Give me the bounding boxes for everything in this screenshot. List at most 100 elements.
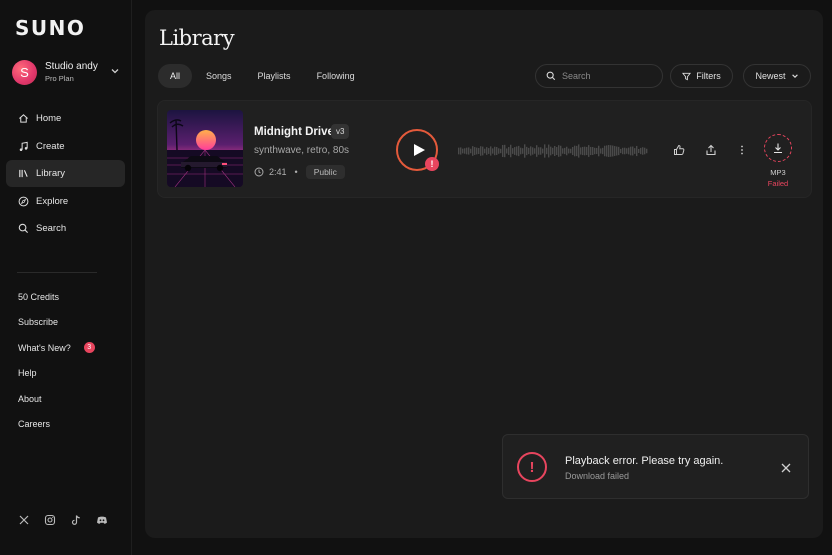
waveform-bar xyxy=(548,144,550,158)
waveform-bar xyxy=(536,145,538,157)
waveform-bar xyxy=(584,146,586,156)
waveform-bar xyxy=(530,146,532,156)
instagram-link[interactable] xyxy=(43,513,57,527)
tab-following[interactable]: Following xyxy=(305,64,367,88)
waveform-bar xyxy=(542,148,544,154)
profile-name: Studio andy xyxy=(45,60,98,72)
filters-label: Filters xyxy=(696,71,721,81)
waveform-bar xyxy=(460,147,462,155)
filters-button[interactable]: Filters xyxy=(670,64,733,88)
page-title: Library xyxy=(159,26,235,50)
profile-switcher[interactable]: S Studio andy Pro Plan xyxy=(12,58,124,86)
sort-dropdown[interactable]: Newest xyxy=(743,64,811,88)
waveform-bar xyxy=(644,147,646,155)
waveform-bar xyxy=(616,146,618,156)
waveform-bar xyxy=(640,147,642,155)
waveform-bar xyxy=(554,145,556,157)
track-duration: 2:41 xyxy=(269,167,287,177)
compass-icon xyxy=(18,196,29,206)
waveform-bar xyxy=(482,146,484,156)
chevron-down-icon xyxy=(791,74,798,78)
waveform-bar xyxy=(556,146,558,156)
waveform-bar xyxy=(588,145,590,157)
download-button[interactable] xyxy=(764,134,792,162)
track-row[interactable]: Midnight Drive v3 synthwave, retro, 80s … xyxy=(157,100,812,198)
waveform-bar xyxy=(632,146,634,156)
waveform-bar xyxy=(566,146,568,156)
waveform-bar xyxy=(552,147,554,155)
tab-all[interactable]: All xyxy=(158,64,193,88)
waveform-bar xyxy=(570,148,572,154)
tab-songs[interactable]: Songs xyxy=(194,64,244,88)
waveform-bar xyxy=(598,145,600,157)
share-button[interactable] xyxy=(704,143,718,157)
track-cover-art[interactable] xyxy=(167,110,243,187)
waveform-bar xyxy=(498,148,500,154)
waveform-bar xyxy=(620,148,622,154)
toast-title: Playback error. Please try again. xyxy=(565,455,724,467)
alert-circle-icon: ! xyxy=(517,452,547,482)
download-format: MP3 xyxy=(770,168,786,177)
waveform-bar xyxy=(532,147,534,155)
waveform-bar xyxy=(612,145,614,157)
waveform-bar xyxy=(578,144,580,158)
nav-item-search[interactable]: Search xyxy=(6,215,125,242)
discord-link[interactable] xyxy=(95,513,109,527)
waveform-bar xyxy=(524,144,526,158)
waveform-bar xyxy=(646,148,648,154)
waveform-bar xyxy=(592,147,594,155)
waveform-bar xyxy=(560,145,562,157)
subscribe-link[interactable]: Subscribe xyxy=(18,310,118,336)
waveform-bar xyxy=(510,144,512,158)
library-tabs: All Songs Playlists Following xyxy=(158,64,369,88)
careers-link[interactable]: Careers xyxy=(18,412,118,438)
waveform-bar xyxy=(458,147,460,155)
more-options-button[interactable] xyxy=(735,143,749,157)
waveform-bar xyxy=(628,147,630,155)
tiktok-link[interactable] xyxy=(69,513,83,527)
waveform-bar xyxy=(540,147,542,155)
whats-new-link[interactable]: What's New? 3 xyxy=(18,335,118,361)
tiktok-icon xyxy=(71,515,80,525)
nav-label-create: Create xyxy=(36,140,65,152)
suno-logo[interactable]: SUNO xyxy=(15,16,85,40)
waveform-bar xyxy=(606,145,608,157)
error-badge: ! xyxy=(425,157,439,171)
waveform-bar xyxy=(622,147,624,155)
nav-item-home[interactable]: Home xyxy=(6,105,125,132)
toast-subtitle: Download failed xyxy=(565,471,630,481)
track-title[interactable]: Midnight Drive xyxy=(254,126,334,138)
filter-icon xyxy=(682,72,692,80)
nav-item-library[interactable]: Library xyxy=(6,160,125,187)
waveform-bar xyxy=(580,147,582,155)
download-icon xyxy=(774,143,782,154)
chevron-down-icon[interactable] xyxy=(110,66,120,76)
library-search[interactable] xyxy=(535,64,663,88)
about-link[interactable]: About xyxy=(18,386,118,412)
nav-item-explore[interactable]: Explore xyxy=(6,188,125,215)
social-links xyxy=(17,513,109,527)
help-link[interactable]: Help xyxy=(18,361,118,387)
avatar: S xyxy=(12,59,37,85)
sidebar: SUNO S Studio andy Pro Plan Home Create … xyxy=(0,0,132,555)
meta-separator: • xyxy=(294,167,298,177)
waveform-bar xyxy=(558,145,560,157)
track-meta: 2:41 • Public xyxy=(254,165,345,179)
credits-link[interactable]: 50 Credits xyxy=(18,284,118,310)
instagram-icon xyxy=(44,514,56,526)
like-button[interactable] xyxy=(672,143,686,157)
waveform[interactable] xyxy=(458,131,648,171)
nav-label-home: Home xyxy=(36,113,62,124)
waveform-bar xyxy=(562,148,564,154)
tab-playlists[interactable]: Playlists xyxy=(246,64,303,88)
waveform-bar xyxy=(488,148,490,154)
nav-item-create[interactable]: Create xyxy=(6,133,125,160)
waveform-bar xyxy=(518,145,520,157)
visibility-badge[interactable]: Public xyxy=(305,165,345,179)
x-icon xyxy=(19,515,29,525)
toast-close-button[interactable] xyxy=(780,461,792,473)
notification-badge: 3 xyxy=(83,342,95,354)
search-input[interactable] xyxy=(562,71,657,81)
cover-image xyxy=(167,110,243,187)
x-link[interactable] xyxy=(17,513,31,527)
